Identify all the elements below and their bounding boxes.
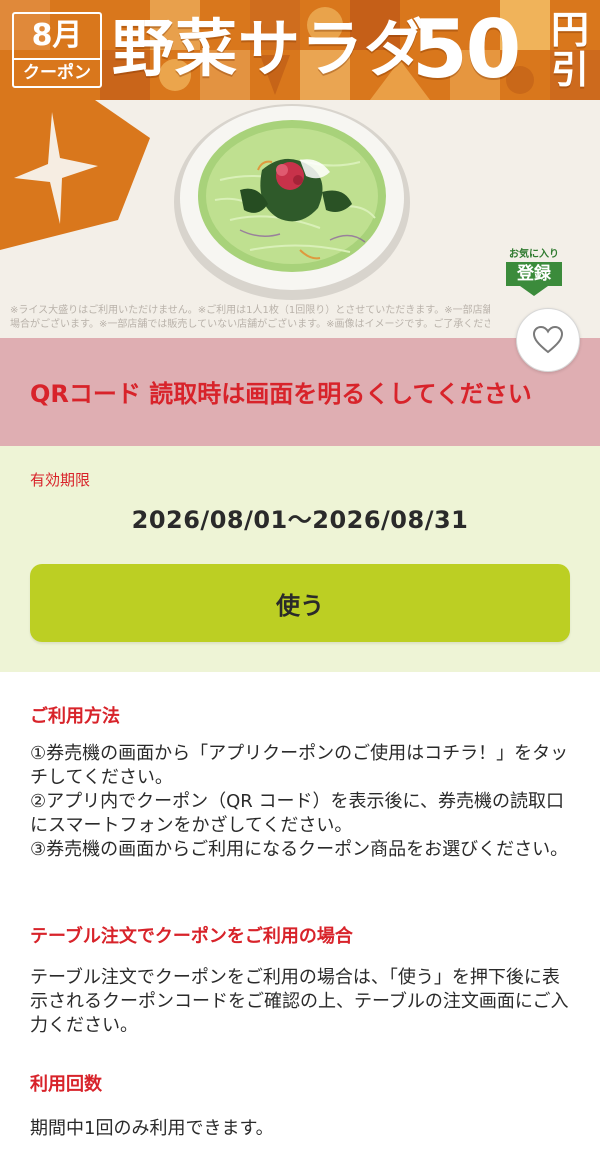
usage-step: ③券売機の画面からご利用になるクーポン商品をお選びください。: [30, 839, 569, 860]
discount-unit-off: 引: [550, 48, 589, 92]
validity-section: 有効期限 2026/08/01〜2026/08/31 使う: [0, 446, 600, 672]
disclaimer-line: ※ライス大盛りはご利用いただけません。※ご利用は1人1枚（1回限り）とさせていた…: [10, 305, 490, 316]
product-photo: お気に入り 登録 ※ライス大盛りはご利用いただけません。※ご利用は1人1枚（1回…: [0, 100, 600, 338]
qr-brightness-notice: QRコード 読取時は画面を明るくしてください: [0, 338, 600, 446]
usage-step: ①券売機の画面から「アプリクーポンのご使用はコチラ！」をタッチしてください。: [30, 743, 569, 788]
validity-label: 有効期限: [30, 471, 91, 489]
validity-dates: 2026/08/01〜2026/08/31: [131, 506, 469, 534]
use-coupon-button[interactable]: 使う: [30, 564, 570, 642]
coupon-banner: 8月 クーポン 野菜サラダ 50 円 引: [0, 0, 600, 100]
usage-steps: ①券売機の画面から「アプリクーポンのご使用はコチラ！」をタッチしてください。 ②…: [30, 742, 575, 862]
table-order-body: テーブル注文でクーポンをご利用の場合は、「使う」を押下後に表示されるクーポンコー…: [30, 967, 569, 1036]
disclaimer-line: 場合がございます。※一部店舗では販売していない店舗がございます。※画像はイメージ…: [10, 319, 490, 330]
month-badge: 8月 クーポン: [12, 12, 102, 88]
month-divider: [14, 58, 100, 60]
month-label: 8月: [31, 18, 83, 53]
usage-step: ②アプリ内でクーポン（QR コード）を表示後に、券売機の読取口にスマートフォンを…: [30, 791, 564, 836]
usage-count-body: 期間中1回のみ利用できます。: [30, 1118, 274, 1139]
heart-icon: [532, 325, 564, 354]
coupon-label: クーポン: [23, 63, 91, 83]
discount-amount: 50: [412, 3, 521, 96]
salad-illustration: [0, 100, 600, 338]
product-name: 野菜サラダ: [112, 12, 428, 85]
qr-notice-text: QRコード 読取時は画面を明るくしてください: [30, 380, 532, 408]
favorite-button[interactable]: [516, 308, 580, 372]
discount-unit: 円 引: [548, 10, 592, 90]
favorite-register-badge[interactable]: お気に入り 登録: [506, 248, 562, 298]
favorite-badge-caption: お気に入り: [509, 249, 559, 260]
usage-title: ご利用方法: [30, 706, 120, 727]
usage-count-title: 利用回数: [30, 1074, 102, 1095]
table-order-title: テーブル注文でクーポンをご利用の場合: [30, 926, 353, 947]
favorite-badge-label: 登録: [506, 262, 562, 286]
favorite-badge-arrow: [520, 286, 548, 296]
discount-unit-yen: 円: [550, 8, 589, 52]
photo-disclaimer: ※ライス大盛りはご利用いただけません。※ご利用は1人1枚（1回限り）とさせていた…: [10, 304, 490, 332]
